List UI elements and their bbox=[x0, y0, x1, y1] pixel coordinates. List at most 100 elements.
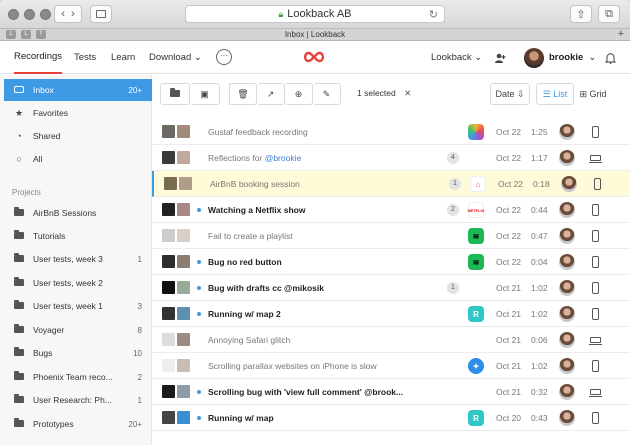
recording-title[interactable]: Reflections for @brookie bbox=[208, 153, 301, 163]
sidebar-project[interactable]: Phoenix Team reco... 2 bbox=[4, 366, 152, 388]
phone-icon bbox=[589, 255, 601, 269]
more-icon[interactable]: ··· bbox=[216, 49, 232, 65]
nav-recordings[interactable]: Recordings bbox=[14, 41, 63, 74]
zoom-window-button[interactable] bbox=[40, 9, 51, 20]
edit-button[interactable]: ✎ bbox=[313, 83, 341, 105]
add-user-icon[interactable] bbox=[494, 41, 506, 74]
clear-selection-icon[interactable]: ✕ bbox=[404, 88, 411, 98]
table-row[interactable]: Fail to create a playlist ≋ Oct 22 0:47 bbox=[152, 223, 630, 249]
grid-view-button[interactable]: ⊞ Grid bbox=[574, 83, 612, 105]
forward-icon[interactable]: › bbox=[71, 8, 75, 20]
camera-thumbnail bbox=[177, 385, 190, 398]
table-row[interactable]: Bug with drafts cc @mikosik 1 Oct 21 1:02 bbox=[152, 275, 630, 301]
unread-dot bbox=[197, 390, 201, 394]
table-row[interactable]: Running w/ map 2 R Oct 21 1:02 bbox=[152, 301, 630, 327]
recording-title[interactable]: Bug no red button bbox=[208, 257, 282, 267]
sidebar-project[interactable]: User tests, week 2 bbox=[4, 272, 152, 294]
folder-icon bbox=[12, 418, 26, 429]
table-row[interactable]: Bug no red button ≋ Oct 22 0:04 bbox=[152, 249, 630, 275]
recording-title[interactable]: Running w/ map bbox=[208, 413, 274, 423]
camera-thumbnail bbox=[177, 307, 190, 320]
screen-thumbnail bbox=[162, 359, 175, 372]
recording-title[interactable]: Watching a Netflix show bbox=[208, 205, 305, 215]
reload-icon[interactable]: ↻ bbox=[429, 8, 438, 21]
recording-title[interactable]: AirBnB booking session bbox=[210, 179, 300, 189]
spotify-app-icon: ≋ bbox=[468, 254, 484, 270]
new-tab-icon[interactable]: + bbox=[618, 28, 624, 40]
folder-icon bbox=[12, 394, 26, 405]
sidebar-project[interactable]: AirBnB Sessions bbox=[4, 202, 152, 224]
sort-by-date-button[interactable]: Date ⇩ bbox=[490, 83, 530, 105]
list-view-button[interactable]: ☰ List bbox=[536, 83, 574, 105]
recording-title[interactable]: Scrolling parallax websites on iPhone is… bbox=[208, 361, 377, 371]
table-row[interactable]: Scrolling bug with 'view full comment' @… bbox=[152, 379, 630, 405]
recording-title[interactable]: Fail to create a playlist bbox=[208, 231, 293, 241]
table-row[interactable]: Watching a Netflix show 2 NETFLIX Oct 22 0:4… bbox=[152, 197, 630, 223]
participant-avatar bbox=[559, 228, 575, 244]
sidebar-toggle-button[interactable] bbox=[90, 5, 112, 23]
nav-download[interactable]: Download ⌄ bbox=[149, 41, 202, 74]
screen-thumbnail bbox=[162, 203, 175, 216]
sidebar-item-label: User tests, week 3 bbox=[33, 254, 103, 264]
trash-icon: 🗑︎ bbox=[237, 88, 249, 99]
camera-thumbnail bbox=[177, 255, 190, 268]
close-window-button[interactable] bbox=[8, 9, 19, 20]
table-row[interactable]: Reflections for @brookie 4 Oct 22 1:17 bbox=[152, 145, 630, 171]
app-header: Recordings Tests Learn Download ⌄ ··· Lo… bbox=[0, 41, 630, 74]
sidebar-project[interactable]: User Research: Ph... 1 bbox=[4, 389, 152, 411]
sidebar-project[interactable]: User tests, week 3 1 bbox=[4, 248, 152, 270]
camera-thumbnail bbox=[177, 281, 190, 294]
user-menu[interactable]: brookie ⌄ bbox=[524, 41, 596, 74]
sidebar-project[interactable]: Prototypes 20+ bbox=[4, 413, 152, 435]
workspace-switcher[interactable]: Lookback ⌄ bbox=[431, 41, 482, 74]
table-row[interactable]: Annoying Safari glitch Oct 21 0:06 bbox=[152, 327, 630, 353]
tab-title[interactable]: Inbox | Lookback bbox=[0, 29, 630, 40]
mention-link[interactable]: @brookie bbox=[265, 153, 302, 163]
notifications-icon[interactable] bbox=[605, 41, 616, 74]
delete-button[interactable]: 🗑︎ bbox=[229, 83, 257, 105]
recording-title[interactable]: Scrolling bug with 'view full comment' @… bbox=[208, 387, 403, 397]
download-button[interactable]: ⊕ bbox=[285, 83, 313, 105]
address-bar[interactable]: 🔒︎ Lookback AB ↻ bbox=[185, 5, 445, 23]
recording-duration: 0:18 bbox=[533, 179, 550, 189]
participant-avatar bbox=[561, 176, 577, 192]
recording-title-text: Watching a Netflix show bbox=[208, 205, 306, 215]
folder-icon bbox=[12, 371, 26, 382]
laptop-shape bbox=[588, 155, 602, 163]
sidebar-item-favorites[interactable]: ★ Favorites bbox=[4, 102, 152, 124]
archive-button[interactable]: ▣ bbox=[190, 83, 220, 105]
sidebar-project[interactable]: User tests, week 1 3 bbox=[4, 295, 152, 317]
screen-thumbnail bbox=[162, 125, 175, 138]
browser-window: ‹ › 🔒︎ Lookback AB ↻ ⇧ ⧉ L L f Inbox | L… bbox=[0, 0, 630, 445]
phone-icon bbox=[589, 359, 601, 373]
archive-icon: ▣ bbox=[200, 88, 209, 99]
nav-learn[interactable]: Learn bbox=[111, 41, 135, 74]
nav-tests[interactable]: Tests bbox=[74, 41, 96, 74]
table-row[interactable]: Gustaf feedback recording Oct 22 1:25 bbox=[152, 119, 630, 145]
table-row[interactable]: Running w/ map R Oct 20 0:43 bbox=[152, 405, 630, 431]
sidebar-item-inbox[interactable]: Inbox 20+ bbox=[4, 79, 152, 101]
tabs-button[interactable]: ⧉ bbox=[598, 5, 620, 23]
sidebar-item-label: Phoenix Team reco... bbox=[33, 372, 113, 382]
recording-title[interactable]: Running w/ map 2 bbox=[208, 309, 281, 319]
minimize-window-button[interactable] bbox=[24, 9, 35, 20]
recording-title[interactable]: Gustaf feedback recording bbox=[208, 127, 308, 137]
table-row[interactable]: AirBnB booking session 1 ⌂ Oct 22 0:18 bbox=[152, 171, 630, 197]
sidebar-project[interactable]: Tutorials bbox=[4, 225, 152, 247]
grid-view-label: Grid bbox=[589, 89, 607, 99]
participant-avatar bbox=[559, 150, 575, 166]
table-row[interactable]: Scrolling parallax websites on iPhone is… bbox=[152, 353, 630, 379]
sidebar-project[interactable]: Voyager 8 bbox=[4, 319, 152, 341]
recording-title[interactable]: Bug with drafts cc @mikosik bbox=[208, 283, 324, 293]
sidebar-item-shared[interactable]: ◔ Shared bbox=[4, 125, 152, 147]
sidebar-project[interactable]: Bugs 10 bbox=[4, 342, 152, 364]
back-icon[interactable]: ‹ bbox=[61, 8, 65, 20]
back-forward-buttons[interactable]: ‹ › bbox=[54, 5, 82, 23]
share-recording-button[interactable]: ↗ bbox=[257, 83, 285, 105]
recording-title-text: Bug with drafts cc @mikosik bbox=[208, 283, 324, 293]
sidebar-item-all[interactable]: ○ All bbox=[4, 148, 152, 170]
move-to-folder-button[interactable] bbox=[160, 83, 190, 105]
share-button[interactable]: ⇧ bbox=[570, 5, 592, 23]
recording-title[interactable]: Annoying Safari glitch bbox=[208, 335, 290, 345]
lock-icon: 🔒︎ bbox=[278, 8, 284, 19]
